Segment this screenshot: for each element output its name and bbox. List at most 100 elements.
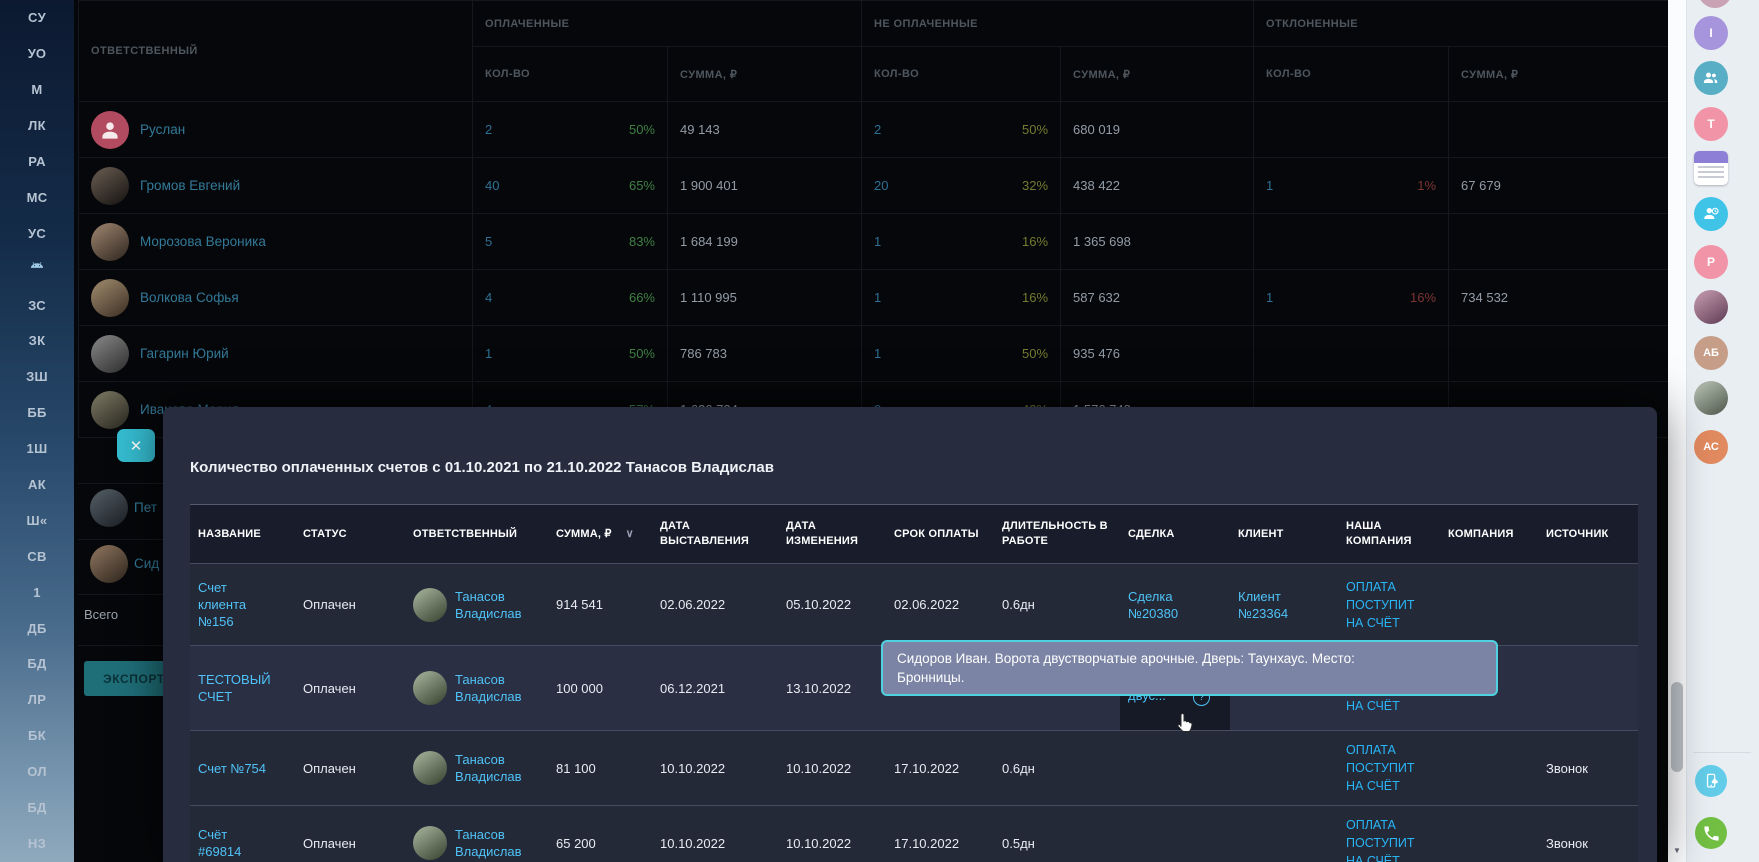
count-value[interactable]: 2 bbox=[485, 122, 492, 137]
user-avatar[interactable] bbox=[1698, 0, 1732, 8]
sidebar-item-14[interactable]: Ш« bbox=[0, 502, 74, 538]
sidebar-item-1[interactable]: УО bbox=[0, 36, 74, 72]
count-value[interactable]: 1 bbox=[1266, 290, 1273, 305]
column-header-7[interactable]: ДЛИТЕЛЬНОСТЬ В РАБОТЕ bbox=[994, 505, 1120, 564]
responsible-link[interactable]: Танасов Владислав bbox=[455, 751, 530, 785]
column-header-1[interactable]: СТАТУС bbox=[295, 505, 405, 564]
user-avatar[interactable] bbox=[1694, 290, 1728, 324]
invoice-link[interactable]: Счёт #69814 bbox=[198, 826, 268, 860]
count-cell: 583% bbox=[473, 214, 668, 270]
document-preview-avatar[interactable] bbox=[1694, 151, 1728, 185]
responsible-name-link[interactable]: Гагарин Юрий bbox=[140, 346, 229, 361]
count-value[interactable]: 4 bbox=[485, 290, 492, 305]
responsible-link[interactable]: Танасов Владислав bbox=[455, 671, 530, 705]
column-header-11[interactable]: КОМПАНИЯ bbox=[1440, 505, 1538, 564]
column-header-0[interactable]: НАЗВАНИЕ bbox=[190, 505, 295, 564]
responsible-link[interactable]: Танасов Владислав bbox=[455, 826, 530, 860]
column-header-10[interactable]: НАША КОМПАНИЯ bbox=[1338, 505, 1440, 564]
user-avatar[interactable]: Т bbox=[1694, 107, 1728, 141]
sidebar-item-20[interactable]: БК bbox=[0, 718, 74, 754]
sum-cell bbox=[1449, 214, 1669, 270]
cell-sum: 100 000 bbox=[548, 646, 652, 731]
responsible-cell: Руслан bbox=[79, 102, 473, 158]
user-avatar[interactable] bbox=[1694, 381, 1728, 415]
sidebar-item-10[interactable]: ЗШ bbox=[0, 359, 74, 395]
sidebar-item-9[interactable]: ЗК bbox=[0, 323, 74, 359]
cell-date-changed: 05.10.2022 bbox=[778, 564, 886, 646]
sidebar-item-0[interactable]: СУ bbox=[0, 0, 74, 36]
sidebar-item-21[interactable]: ОЛ bbox=[0, 754, 74, 790]
responsible-link[interactable]: Танасов Владислав bbox=[455, 588, 530, 622]
column-header-3[interactable]: СУММА, ₽∨ bbox=[548, 505, 652, 564]
column-header-5[interactable]: ДАТА ИЗМЕНЕНИЯ bbox=[778, 505, 886, 564]
sidebar-item-23[interactable]: НЗ bbox=[0, 825, 74, 861]
stats-header-groups: ОТВЕТСТВЕННЫЙОПЛАЧЕННЫЕНЕ ОПЛАЧЕННЫЕОТКЛ… bbox=[79, 1, 1669, 47]
responsible-name-link[interactable]: Громов Евгений bbox=[140, 178, 240, 193]
sidebar-item-15[interactable]: СВ bbox=[0, 538, 74, 574]
our-company-status[interactable]: ОПЛАТА ПОСТУПИТ НА СЧЁТ bbox=[1346, 741, 1430, 795]
column-header-6[interactable]: СРОК ОПЛАТЫ bbox=[886, 505, 994, 564]
sidebar-item-17[interactable]: ДБ bbox=[0, 610, 74, 646]
sidebar-item-5[interactable]: МС bbox=[0, 179, 74, 215]
user-avatar[interactable]: Р bbox=[1694, 245, 1728, 279]
person-clock-avatar[interactable] bbox=[1694, 197, 1728, 231]
cell-client bbox=[1230, 806, 1338, 862]
sidebar-item-8[interactable]: ЗС bbox=[0, 287, 74, 323]
cell-name: ТЕСТОВЫЙ СЧЕТ bbox=[190, 646, 295, 731]
user-avatar[interactable]: АС bbox=[1694, 430, 1728, 464]
user-avatar[interactable]: I bbox=[1694, 16, 1728, 50]
people-avatar[interactable] bbox=[1694, 61, 1728, 95]
avatar bbox=[90, 545, 128, 583]
count-value[interactable]: 5 bbox=[485, 234, 492, 249]
count-value[interactable]: 1 bbox=[874, 290, 881, 305]
responsible-name-link[interactable]: Сид bbox=[134, 556, 159, 571]
count-value[interactable]: 1 bbox=[874, 346, 881, 361]
cell-status: Оплачен bbox=[295, 731, 405, 806]
responsible-name-link[interactable]: Морозова Вероника bbox=[140, 234, 266, 249]
column-header-8[interactable]: СДЕЛКА bbox=[1120, 505, 1230, 564]
scrollbar-thumb[interactable] bbox=[1671, 682, 1683, 772]
sort-chevron-icon[interactable]: ∨ bbox=[626, 528, 634, 540]
sidebar-item-12[interactable]: 1Ш bbox=[0, 431, 74, 467]
sidebar-item-3[interactable]: ЛК bbox=[0, 108, 74, 144]
column-header-4[interactable]: ДАТА ВЫСТАВЛЕНИЯ bbox=[652, 505, 778, 564]
client-link[interactable]: Клиент №23364 bbox=[1238, 588, 1300, 622]
responsible-name-link[interactable]: Руслан bbox=[140, 122, 185, 137]
sidebar-item-2[interactable]: М bbox=[0, 72, 74, 108]
sum-cell: 734 532 bbox=[1449, 270, 1669, 326]
count-value[interactable]: 1 bbox=[874, 234, 881, 249]
sidebar-item-robot[interactable] bbox=[0, 251, 74, 287]
sidebar-item-22[interactable]: БД bbox=[0, 790, 74, 826]
sidebar-divider bbox=[1693, 752, 1751, 753]
responsible-name-link[interactable]: Пет bbox=[134, 500, 157, 515]
invoice-link[interactable]: Счет клиента №156 bbox=[198, 579, 268, 630]
count-value[interactable]: 2 bbox=[874, 122, 881, 137]
column-header-2[interactable]: ОТВЕТСТВЕННЫЙ bbox=[405, 505, 548, 564]
user-avatar[interactable]: АБ bbox=[1694, 336, 1728, 370]
count-value[interactable]: 40 bbox=[485, 178, 499, 193]
sidebar-item-4[interactable]: РА bbox=[0, 144, 74, 180]
our-company-status[interactable]: ОПЛАТА ПОСТУПИТ НА СЧЁТ bbox=[1346, 816, 1430, 862]
phone-call-button[interactable] bbox=[1695, 817, 1727, 849]
invoice-link[interactable]: ТЕСТОВЫЙ СЧЕТ bbox=[198, 671, 268, 705]
invoice-link[interactable]: Счет №754 bbox=[198, 760, 266, 777]
sidebar-item-18[interactable]: БД bbox=[0, 646, 74, 682]
column-header-9[interactable]: КЛИЕНТ bbox=[1230, 505, 1338, 564]
sidebar-item-6[interactable]: УС bbox=[0, 215, 74, 251]
scroll-down-arrow[interactable]: ▼ bbox=[1668, 846, 1686, 855]
count-value[interactable]: 1 bbox=[485, 346, 492, 361]
count-value[interactable]: 1 bbox=[1266, 178, 1273, 193]
count-value[interactable]: 20 bbox=[874, 178, 888, 193]
cell-responsible: Танасов Владислав bbox=[405, 731, 548, 806]
phone-cloud-button[interactable] bbox=[1695, 765, 1727, 797]
deal-link[interactable]: Сделка №20380 bbox=[1128, 588, 1190, 622]
modal-close-button[interactable]: ✕ bbox=[117, 429, 155, 462]
sidebar-item-16[interactable]: 1 bbox=[0, 574, 74, 610]
our-company-status[interactable]: ОПЛАТА ПОСТУПИТ НА СЧЁТ bbox=[1346, 578, 1430, 632]
sidebar-item-19[interactable]: ЛР bbox=[0, 682, 74, 718]
sidebar-item-11[interactable]: ББ bbox=[0, 395, 74, 431]
invoice-row: Счёт #69814ОплаченТанасов Владислав65 20… bbox=[190, 806, 1638, 862]
responsible-name-link[interactable]: Волкова Софья bbox=[140, 290, 239, 305]
sidebar-item-13[interactable]: АК bbox=[0, 467, 74, 503]
column-header-12[interactable]: ИСТОЧНИК bbox=[1538, 505, 1638, 564]
